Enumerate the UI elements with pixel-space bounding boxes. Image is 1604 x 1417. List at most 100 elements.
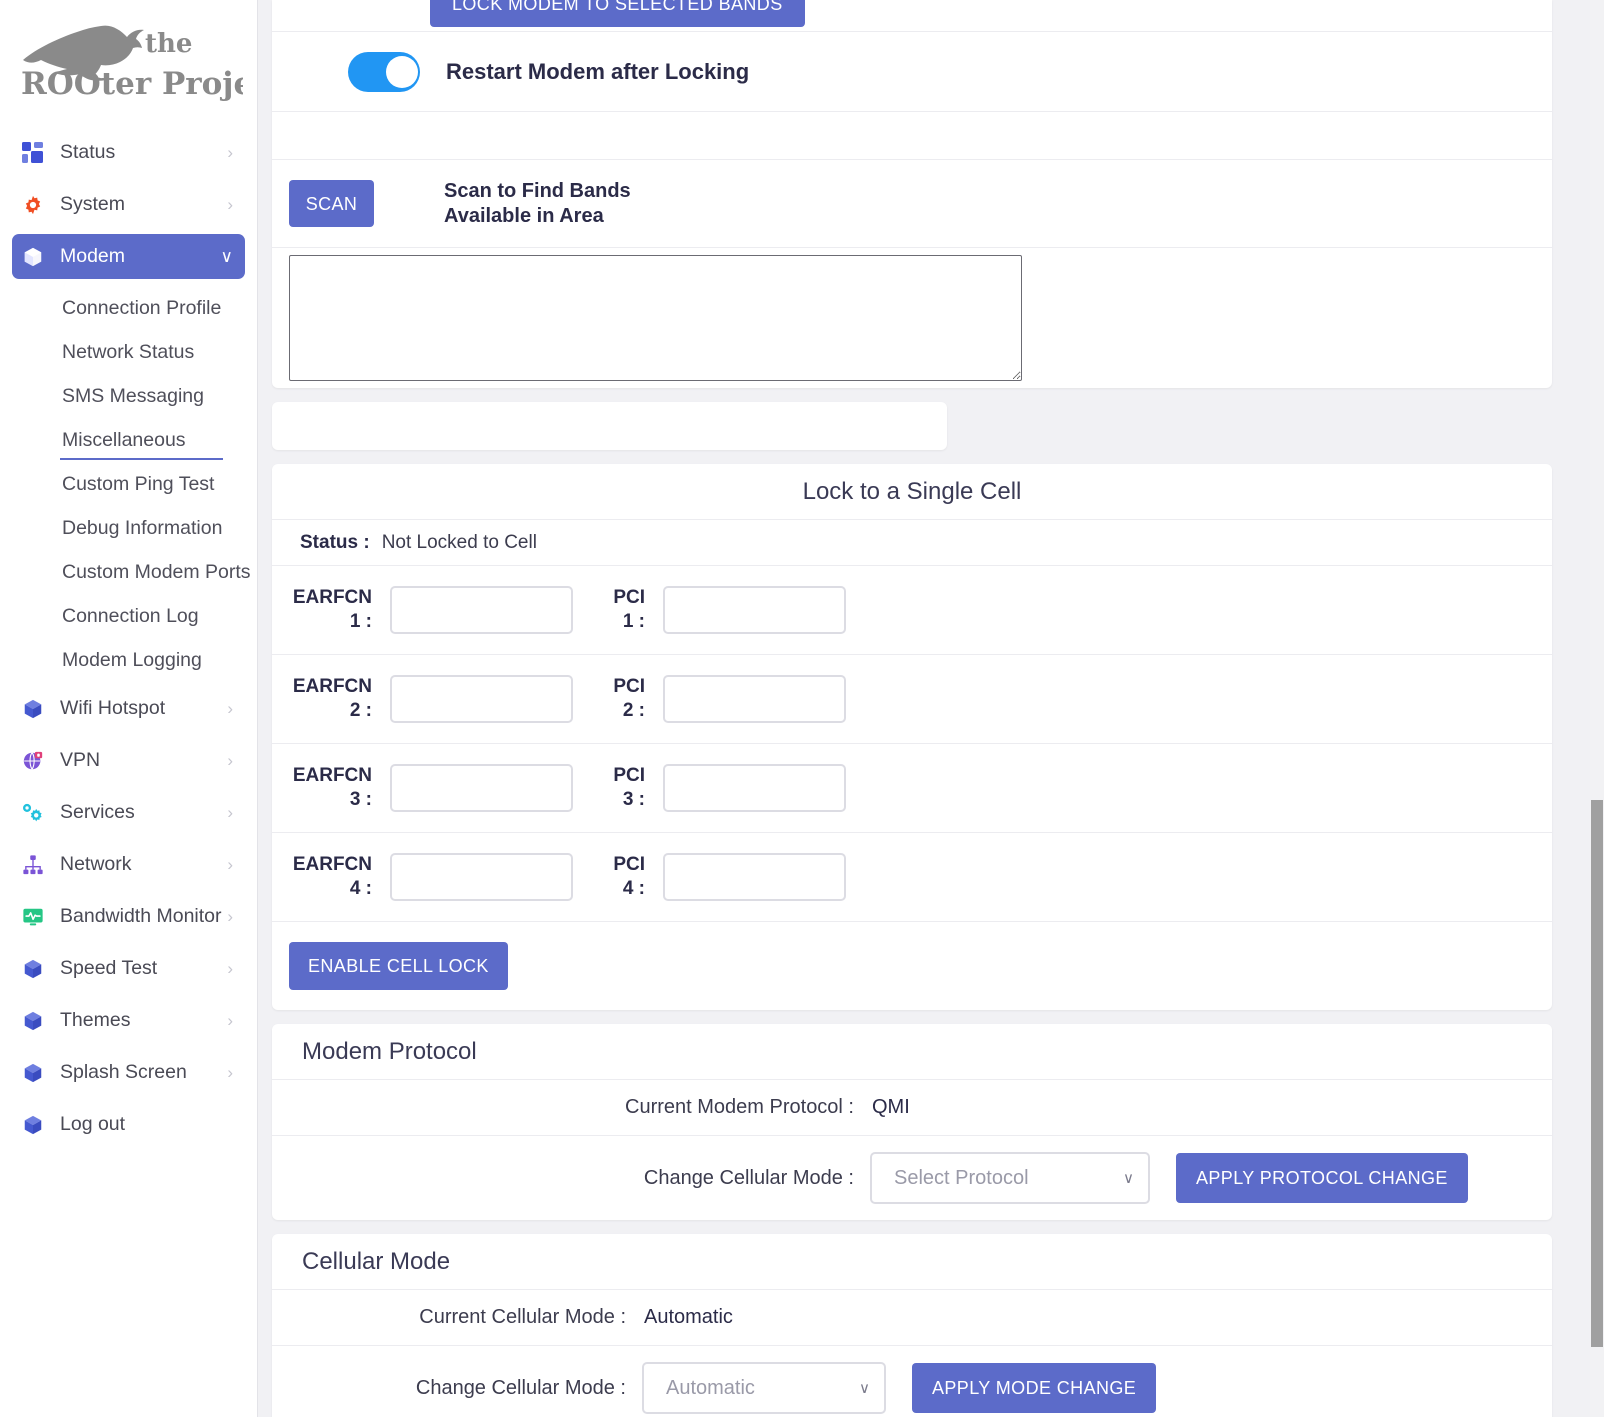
sidebar-item-label: Network xyxy=(60,853,132,875)
lock-modem-to-selected-bands-button[interactable]: LOCK MODEM TO SELECTED BANDS xyxy=(430,0,805,27)
pci-3-label: PCI 3 : xyxy=(613,765,645,810)
network-tree-icon xyxy=(22,854,52,876)
sidebar-item-splash-screen[interactable]: Splash Screen › xyxy=(12,1050,245,1095)
cellular-mode-select[interactable]: Automatic xyxy=(642,1362,886,1414)
modem-protocol-header: Modem Protocol xyxy=(272,1024,1552,1080)
earfcn-1-input[interactable] xyxy=(390,586,573,634)
sidebar-item-custom-ping-test[interactable]: Custom Ping Test xyxy=(12,462,245,506)
band-lock-card: LOCK MODEM TO SELECTED BANDS Restart Mod… xyxy=(272,0,1552,388)
primary-nav: Status › System › Modem ∨ xyxy=(0,130,257,279)
sidebar-item-debug-information[interactable]: Debug Information xyxy=(12,506,245,550)
sidebar-item-wifi-hotspot[interactable]: Wifi Hotspot › xyxy=(12,686,245,731)
protocol-select[interactable]: Select Protocol xyxy=(870,1152,1150,1204)
apply-mode-change-button[interactable]: APPLY MODE CHANGE xyxy=(912,1363,1157,1413)
cube-icon xyxy=(22,1114,52,1136)
svg-text:ROOter Project: ROOter Project xyxy=(21,66,243,102)
lock-bands-row: LOCK MODEM TO SELECTED BANDS xyxy=(272,0,1552,32)
table-row: EARFCN 1 : PCI 1 : xyxy=(272,566,1552,655)
current-mode-value: Automatic xyxy=(644,1306,733,1328)
sub-item-label: Custom Ping Test xyxy=(62,472,215,495)
sidebar-item-connection-log[interactable]: Connection Log xyxy=(12,594,245,638)
page-scrollbar-track[interactable] xyxy=(1590,0,1604,1417)
gears-icon xyxy=(22,802,52,824)
sub-item-label: Miscellaneous xyxy=(62,428,186,451)
page-scrollbar-thumb[interactable] xyxy=(1591,800,1603,1347)
sidebar-item-modem-logging[interactable]: Modem Logging xyxy=(12,638,245,682)
cell-lock-title-row: Lock to a Single Cell xyxy=(272,464,1552,520)
pci-3-input[interactable] xyxy=(663,764,846,812)
chevron-right-icon: › xyxy=(227,1011,233,1030)
pci-4-input[interactable] xyxy=(663,853,846,901)
cube-icon xyxy=(22,1010,52,1032)
chevron-right-icon: › xyxy=(227,699,233,718)
sidebar-item-label: Bandwidth Monitor xyxy=(60,905,222,927)
chevron-right-icon: › xyxy=(227,751,233,770)
sidebar-item-services[interactable]: Services › xyxy=(12,790,245,835)
sidebar-item-system[interactable]: System › xyxy=(12,182,245,227)
sidebar-item-label: Wifi Hotspot xyxy=(60,697,166,719)
sidebar-item-network-status[interactable]: Network Status xyxy=(12,330,245,374)
sidebar-item-sms-messaging[interactable]: SMS Messaging xyxy=(12,374,245,418)
sidebar-item-speed-test[interactable]: Speed Test › xyxy=(12,946,245,991)
app-root: the ROOter Project Status › xyxy=(0,0,1604,1417)
sidebar-item-log-out[interactable]: Log out xyxy=(12,1102,245,1147)
brand-logo[interactable]: the ROOter Project xyxy=(0,0,257,130)
sidebar-item-status[interactable]: Status › xyxy=(12,130,245,175)
sidebar-item-bandwidth-monitor[interactable]: Bandwidth Monitor › xyxy=(12,894,245,939)
sub-item-label: Connection Profile xyxy=(62,296,222,319)
earfcn-1-label: EARFCN 1 : xyxy=(292,587,372,632)
pci-1-label: PCI 1 : xyxy=(613,587,645,632)
change-protocol-row: Change Cellular Mode : Select Protocol ∨… xyxy=(272,1136,1552,1220)
sub-item-label: Connection Log xyxy=(62,604,199,627)
earfcn-4-label: EARFCN 4 : xyxy=(292,854,372,899)
table-row: EARFCN 3 : PCI 3 : xyxy=(272,744,1552,833)
cube-icon xyxy=(22,958,52,980)
chevron-right-icon: › xyxy=(227,907,233,926)
apply-protocol-change-button[interactable]: APPLY PROTOCOL CHANGE xyxy=(1176,1153,1468,1203)
sub-item-label: Debug Information xyxy=(62,516,223,539)
earfcn-4-input[interactable] xyxy=(390,853,573,901)
grid-icon xyxy=(22,141,52,164)
scan-button[interactable]: SCAN xyxy=(289,180,374,227)
chevron-right-icon: › xyxy=(227,1063,233,1082)
sidebar-item-custom-modem-ports[interactable]: Custom Modem Ports xyxy=(12,550,251,594)
earfcn-2-input[interactable] xyxy=(390,675,573,723)
secondary-nav: Wifi Hotspot › VPN › Services › Network … xyxy=(0,686,257,1147)
monitor-pulse-icon xyxy=(22,906,52,928)
sidebar-item-vpn[interactable]: VPN › xyxy=(12,738,245,783)
scan-output-textarea[interactable] xyxy=(289,255,1022,381)
restart-modem-toggle[interactable] xyxy=(348,51,420,92)
sidebar-item-network[interactable]: Network › xyxy=(12,842,245,887)
chevron-right-icon: › xyxy=(227,143,233,162)
sub-item-label: Custom Modem Ports xyxy=(62,560,251,583)
chevron-right-icon: › xyxy=(227,855,233,874)
earfcn-3-input[interactable] xyxy=(390,764,573,812)
card-title: Modem Protocol xyxy=(302,1037,477,1065)
sidebar-item-label: Status xyxy=(60,141,116,163)
enable-cell-lock-row: ENABLE CELL LOCK xyxy=(272,922,1552,1010)
spacer-card xyxy=(272,402,947,450)
status-value: Not Locked to Cell xyxy=(381,531,537,553)
scan-description-line1: Scan to Find Bands xyxy=(444,180,631,203)
status-label: Status : xyxy=(300,531,370,553)
pci-2-input[interactable] xyxy=(663,675,846,723)
enable-cell-lock-button[interactable]: ENABLE CELL LOCK xyxy=(289,942,508,990)
spacer-row xyxy=(272,112,1552,160)
left-edge-strip xyxy=(0,0,3,1417)
sidebar-item-connection-profile[interactable]: Connection Profile xyxy=(12,286,245,330)
sidebar-item-label: Modem xyxy=(60,245,126,267)
modem-protocol-card: Modem Protocol Current Modem Protocol : … xyxy=(272,1024,1552,1220)
kangaroo-logo-icon: the ROOter Project xyxy=(21,25,243,102)
sidebar-item-modem[interactable]: Modem ∨ xyxy=(12,234,245,279)
cell-lock-card: Lock to a Single Cell Status : Not Locke… xyxy=(272,464,1552,1010)
pci-4-label: PCI 4 : xyxy=(613,854,645,899)
sidebar-item-miscellaneous[interactable]: Miscellaneous xyxy=(12,418,245,462)
pci-1-input[interactable] xyxy=(663,586,846,634)
scan-description-line2: Available in Area xyxy=(444,204,604,227)
sub-item-label: Modem Logging xyxy=(62,648,202,671)
sidebar-item-label: Log out xyxy=(60,1113,126,1135)
main-content: LOCK MODEM TO SELECTED BANDS Restart Mod… xyxy=(258,0,1604,1417)
sidebar-item-themes[interactable]: Themes › xyxy=(12,998,245,1043)
sidebar-item-label: Speed Test xyxy=(60,957,158,979)
scan-output-row xyxy=(272,248,1552,388)
